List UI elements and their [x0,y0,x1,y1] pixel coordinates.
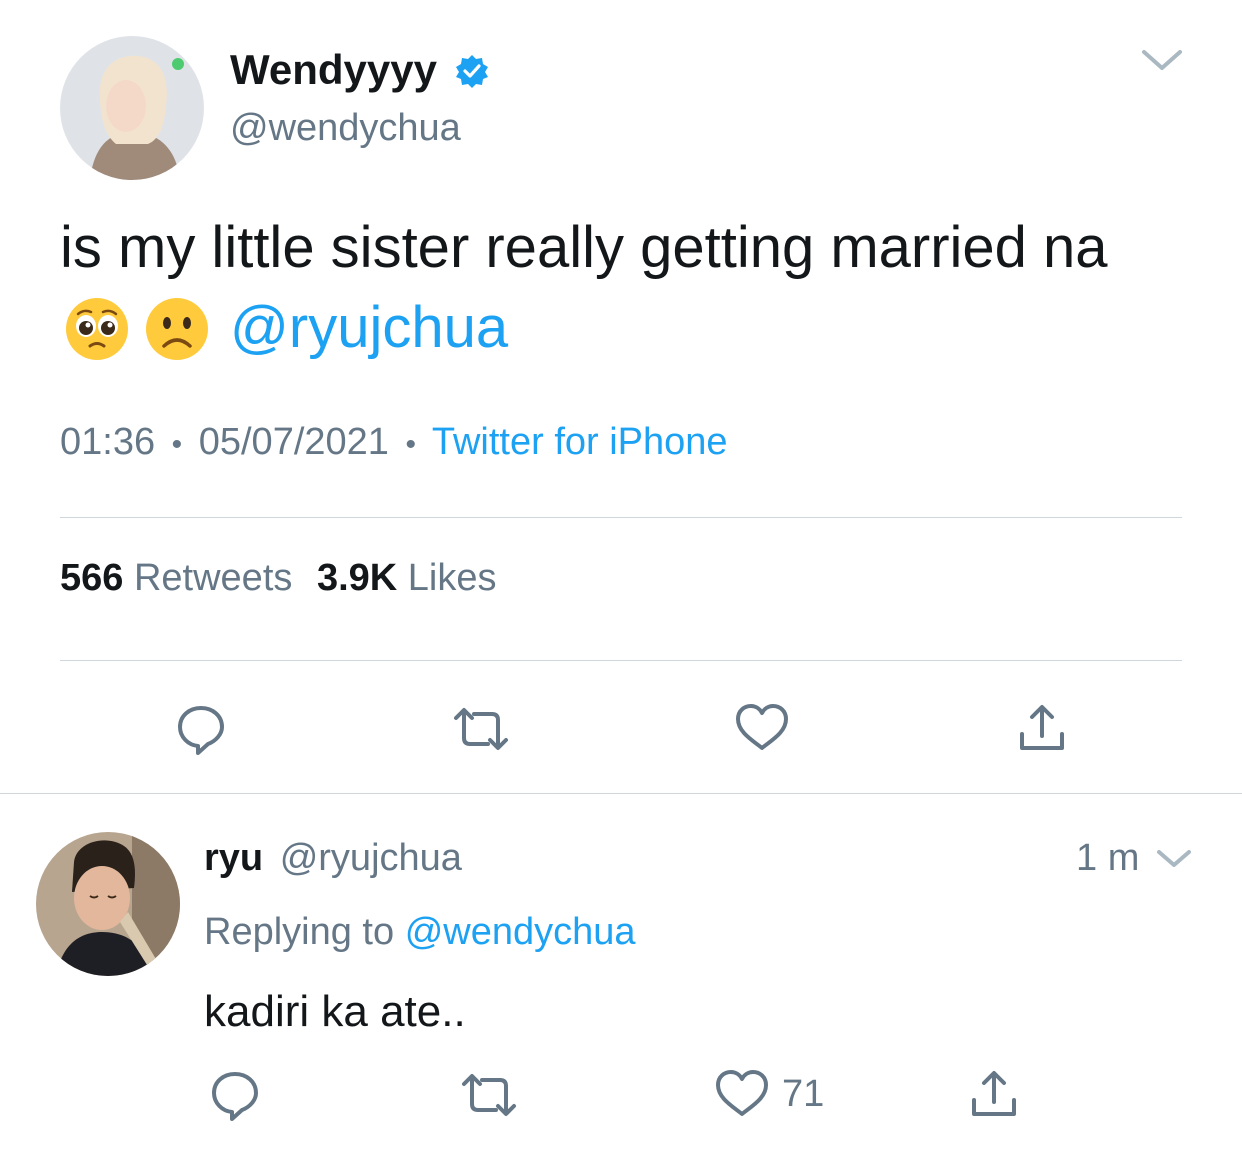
retweet-icon[interactable] [452,704,510,754]
reply-header: ryu @ryujchua [204,836,462,880]
divider [60,660,1182,661]
pleading-face-emoji [64,296,130,362]
divider [60,517,1182,518]
tweet-meta: 01:36 • 05/07/2021 • Twitter for iPhone [60,420,728,467]
section-divider [0,793,1242,794]
reply-author-name[interactable]: ryu [204,837,263,879]
replying-to-link[interactable]: @wendychua [405,911,636,953]
share-icon[interactable] [1016,702,1068,754]
chevron-down-icon[interactable] [1138,44,1186,76]
like-icon[interactable] [714,1068,770,1120]
retweets-label: Retweets [133,557,293,599]
retweet-icon[interactable] [460,1070,518,1120]
retweets-stat[interactable]: 566 Retweets [60,557,303,599]
tweet-text: is my little sister really getting marri… [60,215,1108,280]
author-handle[interactable]: @wendychua [230,106,461,150]
author-display-name[interactable]: Wendyyyy [230,46,437,94]
meta-separator: • [171,428,183,461]
tweet-time: 01:36 [60,421,156,463]
replying-to: Replying to @wendychua [204,910,636,954]
verified-badge-icon [454,53,490,89]
share-icon[interactable] [968,1068,1020,1120]
reply-author-avatar[interactable] [36,832,180,976]
frowning-face-emoji [144,296,210,362]
likes-label: Likes [407,557,497,599]
tweet-source-link[interactable]: Twitter for iPhone [432,421,728,463]
likes-count: 3.9K [316,557,398,599]
tweet-date: 05/07/2021 [198,421,389,463]
likes-stat[interactable]: 3.9K Likes [317,557,497,599]
reply-icon[interactable] [208,1068,262,1122]
mention-link[interactable]: @ryujchua [230,294,508,362]
reply-like-count: 71 [782,1073,825,1115]
reply-author-handle[interactable]: @ryujchua [280,837,462,879]
replying-to-label: Replying to [204,911,395,953]
author-avatar[interactable] [60,36,204,180]
reply-time: 1 m [1076,837,1140,879]
reply-icon[interactable] [174,702,228,756]
retweets-count: 566 [60,557,124,599]
tweet-stats: 566 Retweets 3.9K Likes [60,556,497,600]
like-icon[interactable] [734,702,790,754]
chevron-down-icon[interactable] [1154,846,1194,872]
meta-separator: • [405,428,416,461]
reply-text: kadiri ka ate.. [204,987,466,1036]
